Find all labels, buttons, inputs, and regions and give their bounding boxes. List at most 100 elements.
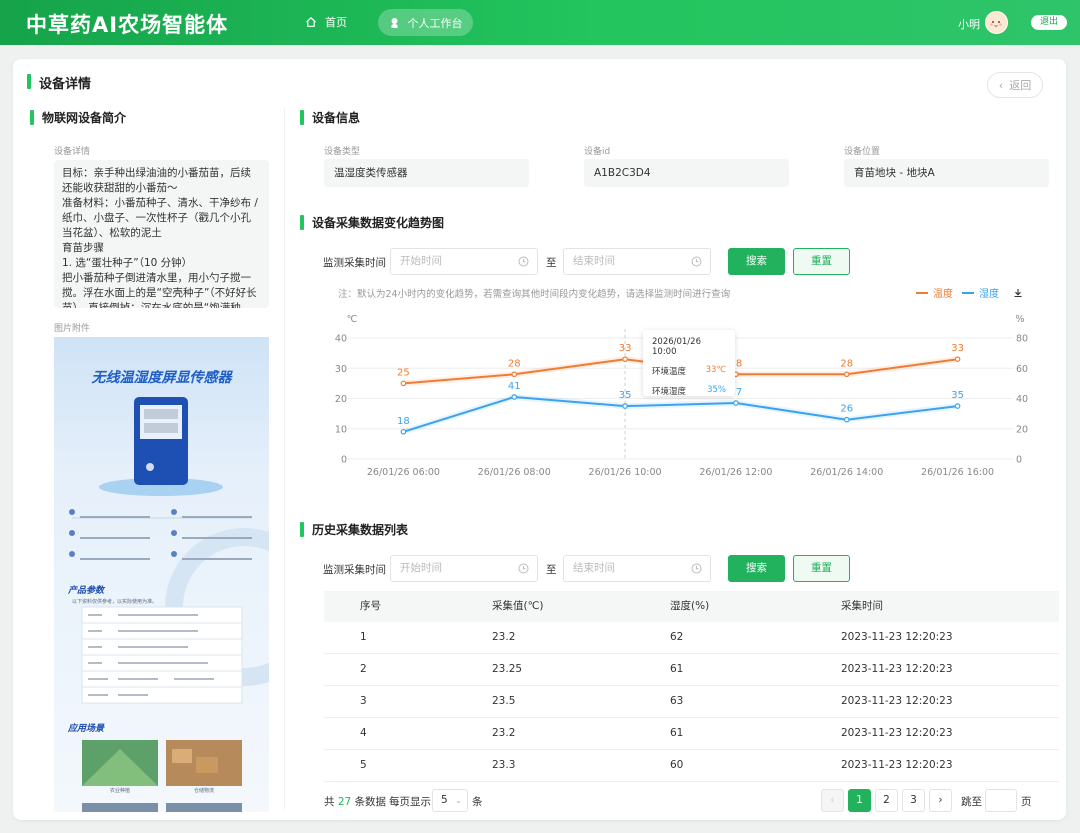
tooltip-hum-label: 环境湿度 bbox=[652, 387, 687, 397]
y-left-tick-label: 10 bbox=[335, 424, 347, 435]
main-card: 设备详情 ‹ 返回 物联网设备简介 设备详情 目标：亲手种出绿油油的小番茄苗，后… bbox=[13, 59, 1066, 820]
cell-index: 1 bbox=[360, 631, 367, 643]
data-point bbox=[954, 356, 961, 362]
total-count: 27 bbox=[337, 796, 352, 808]
page-size-value: 5 bbox=[441, 794, 448, 806]
table-row: 1 23.2 62 2023-11-23 12:20:23 bbox=[324, 622, 1059, 654]
history-start-time-input[interactable]: 开始时间 bbox=[390, 555, 538, 582]
history-reset-button[interactable]: 重置 bbox=[793, 555, 850, 582]
nav-home-label: 首页 bbox=[325, 16, 347, 29]
cell-index: 2 bbox=[360, 663, 367, 675]
device-id-label: 设备id bbox=[584, 147, 611, 157]
tooltip-temp-row: 环境温度 33℃ bbox=[652, 365, 726, 377]
legend-temp-swatch bbox=[916, 291, 928, 294]
cell-index: 3 bbox=[360, 695, 367, 707]
nav-workspace-label: 个人工作台 bbox=[407, 16, 463, 30]
trend-reset-button[interactable]: 重置 bbox=[793, 248, 850, 275]
avatar[interactable] bbox=[985, 11, 1008, 34]
poster-background-graphic bbox=[54, 337, 269, 812]
product-poster-image[interactable]: 无线温湿度屏显传感器 产品参数 以下资料仅供参考，以实际使用为准。 应用场景 农… bbox=[54, 337, 269, 812]
data-point bbox=[843, 371, 850, 378]
nav-home[interactable]: 首页 bbox=[305, 11, 347, 33]
legend-temperature[interactable]: 温度 bbox=[916, 285, 953, 300]
cell-humidity: 61 bbox=[670, 727, 684, 739]
poster-scenes-title: 应用场景 bbox=[68, 724, 105, 734]
attachment-label: 图片附件 bbox=[54, 324, 91, 334]
data-label: 28 bbox=[840, 358, 853, 369]
data-label: 35 bbox=[951, 390, 964, 401]
data-point bbox=[400, 380, 407, 387]
series-line bbox=[403, 396, 958, 433]
poster-params-subtitle: 以下资料仅供参考，以实际使用为准。 bbox=[72, 599, 158, 605]
page-button-2[interactable]: 2 bbox=[875, 789, 898, 812]
clock-icon bbox=[691, 563, 702, 574]
data-point bbox=[843, 416, 850, 423]
x-tick-label: 26/01/26 06:00 bbox=[367, 467, 440, 478]
cell-humidity: 61 bbox=[670, 663, 684, 675]
col-humidity: 湿度(%) bbox=[670, 600, 710, 612]
tooltip-time: 2026/01/26 10:00 bbox=[652, 337, 701, 357]
page-size-select[interactable]: 5 ⌄ bbox=[432, 789, 468, 812]
cell-time: 2023-11-23 12:20:23 bbox=[841, 663, 953, 675]
history-search-button[interactable]: 搜索 bbox=[728, 555, 785, 582]
table-header: 序号 采集值(℃) 湿度(%) 采集时间 bbox=[324, 591, 1059, 622]
x-tick-label: 26/01/26 14:00 bbox=[810, 467, 883, 478]
data-point bbox=[733, 400, 739, 406]
data-label: 33 bbox=[951, 343, 964, 354]
trend-to-label: 至 bbox=[546, 257, 557, 269]
iot-intro-title: 物联网设备简介 bbox=[30, 109, 126, 126]
user-name: 小明 bbox=[958, 18, 980, 31]
download-icon[interactable] bbox=[1013, 288, 1023, 298]
trend-end-placeholder: 结束时间 bbox=[573, 255, 615, 267]
device-location-label: 设备位置 bbox=[844, 147, 881, 157]
poster-params-title: 产品参数 bbox=[68, 586, 105, 596]
y-left-tick-label: 0 bbox=[341, 455, 347, 466]
history-end-time-input[interactable]: 结束时间 bbox=[563, 555, 711, 582]
per-page-label: 每页显示 bbox=[389, 796, 431, 808]
y-right-tick-label: 20 bbox=[1016, 424, 1028, 435]
logout-button[interactable]: 退出 bbox=[1031, 15, 1067, 30]
total-prefix: 共 bbox=[324, 796, 335, 808]
cell-time: 2023-11-23 12:20:23 bbox=[841, 631, 953, 643]
history-to-label: 至 bbox=[546, 564, 557, 576]
data-label: 33 bbox=[619, 343, 632, 354]
nav-workspace[interactable]: 个人工作台 bbox=[378, 9, 473, 36]
jump-page-input[interactable] bbox=[985, 789, 1017, 812]
cell-index: 5 bbox=[360, 759, 367, 771]
tooltip-temp-value: 33℃ bbox=[705, 365, 726, 375]
page-button-1[interactable]: 1 bbox=[848, 789, 871, 812]
trend-end-time-input[interactable]: 结束时间 bbox=[563, 248, 711, 275]
trend-chart-title: 设备采集数据变化趋势图 bbox=[300, 214, 444, 231]
legend-humidity[interactable]: 湿度 bbox=[962, 285, 999, 300]
cell-index: 4 bbox=[360, 727, 367, 739]
x-tick-label: 26/01/26 12:00 bbox=[699, 467, 772, 478]
y-right-unit: % bbox=[1015, 314, 1024, 325]
trend-search-button[interactable]: 搜索 bbox=[728, 248, 785, 275]
data-point bbox=[511, 371, 518, 378]
detail-label: 设备详情 bbox=[54, 147, 91, 157]
history-list-title: 历史采集数据列表 bbox=[300, 521, 408, 538]
clock-icon bbox=[518, 256, 529, 267]
col-time: 采集时间 bbox=[841, 600, 883, 612]
data-point bbox=[400, 428, 407, 435]
next-page-button[interactable]: › bbox=[929, 789, 952, 812]
trend-start-time-input[interactable]: 开始时间 bbox=[390, 248, 538, 275]
trend-query-label: 监测采集时间 bbox=[323, 257, 386, 269]
col-index: 序号 bbox=[360, 600, 381, 612]
table-row: 4 23.2 61 2023-11-23 12:20:23 bbox=[324, 718, 1059, 750]
chevron-right-icon: › bbox=[938, 794, 943, 806]
cell-humidity: 60 bbox=[670, 759, 684, 771]
back-button[interactable]: ‹ 返回 bbox=[987, 72, 1043, 98]
data-point bbox=[622, 356, 628, 362]
per-page-suffix: 条 bbox=[472, 796, 483, 808]
y-left-tick-label: 20 bbox=[335, 394, 347, 405]
x-tick-label: 26/01/26 10:00 bbox=[589, 467, 662, 478]
poster-scene-storage: 仓储物流 bbox=[193, 788, 214, 794]
data-label: 41 bbox=[508, 381, 521, 392]
device-location-value: 育苗地块 - 地块A bbox=[844, 159, 1049, 187]
y-left-unit: ℃ bbox=[347, 314, 358, 325]
prev-page-button[interactable]: ‹ bbox=[821, 789, 844, 812]
device-type-value: 温湿度类传感器 bbox=[324, 159, 529, 187]
jump-suffix: 页 bbox=[1021, 796, 1032, 808]
page-button-3[interactable]: 3 bbox=[902, 789, 925, 812]
